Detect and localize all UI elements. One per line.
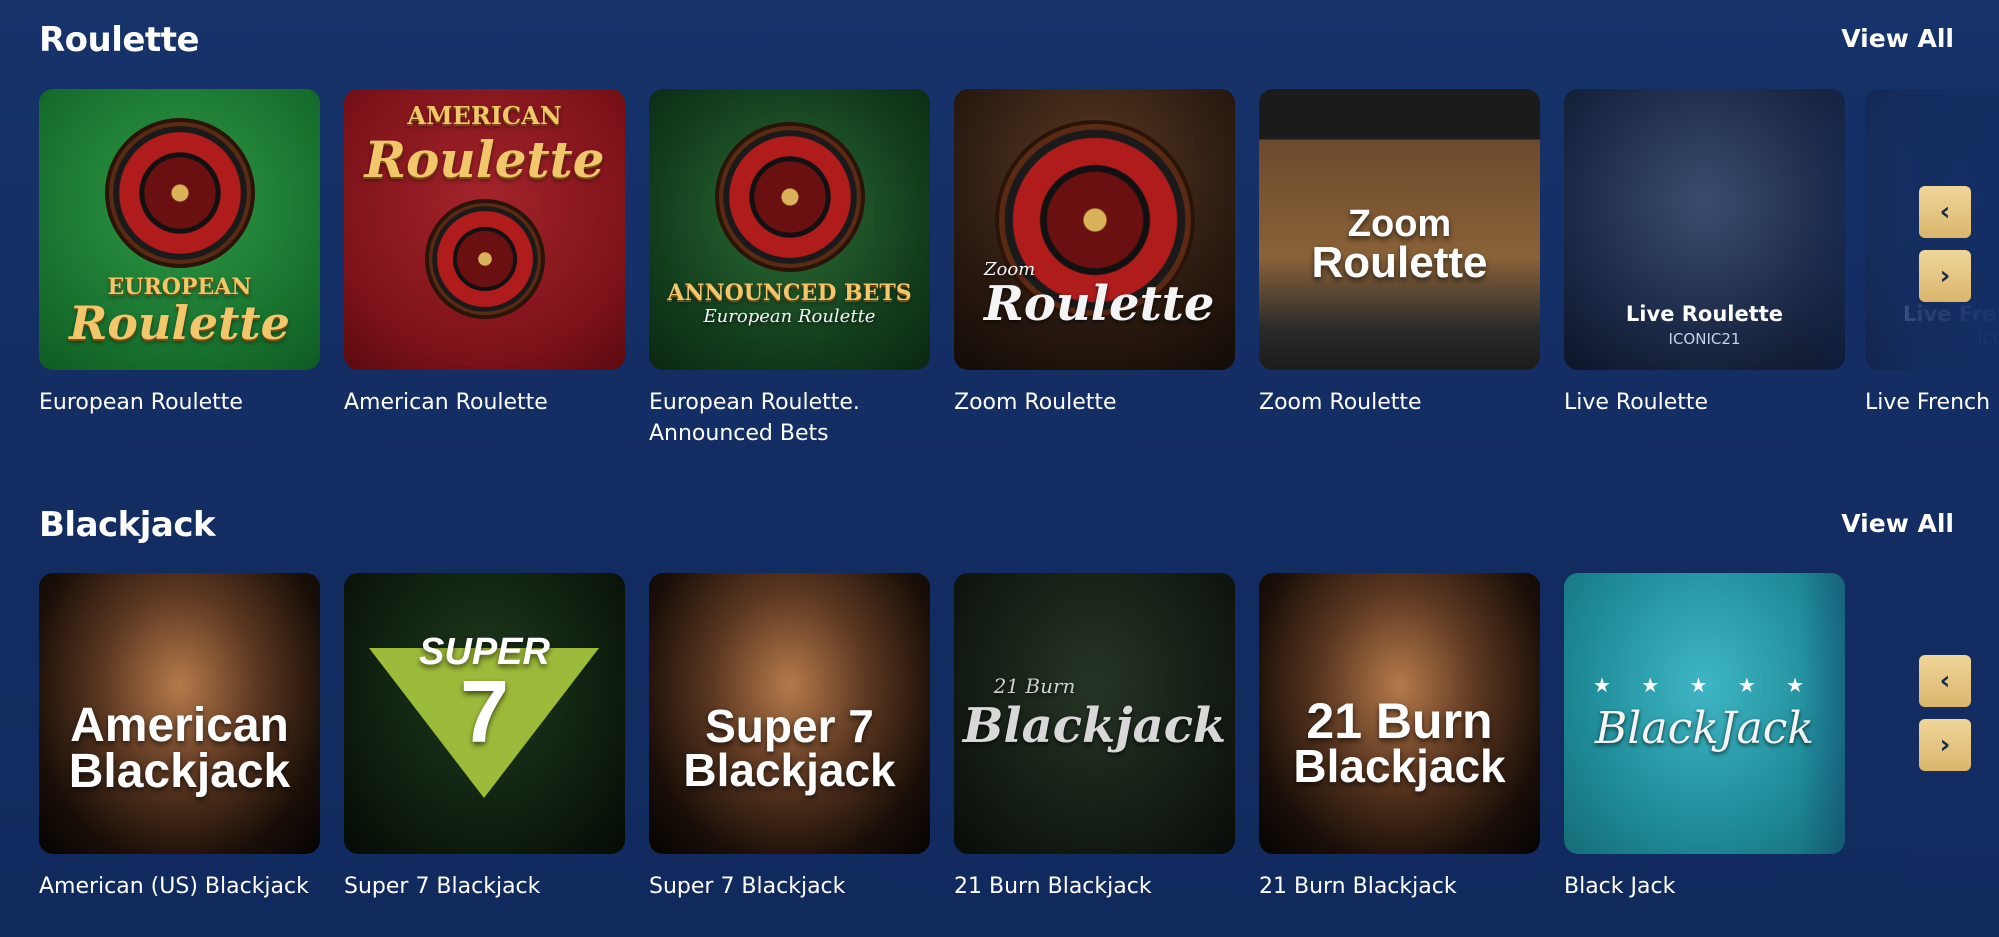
thumbnail-art-text: American xyxy=(70,698,289,752)
game-thumbnail[interactable]: Live Roulette ICONIC21 xyxy=(1564,89,1845,370)
game-thumbnail[interactable]: Zoom Roulette xyxy=(954,89,1235,370)
thumbnail-art-text: Live Fren xyxy=(1903,302,1999,326)
thumbnail-art-text: Live Roulette xyxy=(1625,302,1784,326)
thumbnail-art-text: Zoom xyxy=(1347,202,1452,245)
game-card-american-roulette[interactable]: AMERICAN Roulette American Roulette xyxy=(344,89,625,418)
game-title[interactable]: American Roulette xyxy=(344,387,614,418)
thumbnail-art-text: Roulette xyxy=(69,295,290,350)
game-card-super-7-blackjack-1[interactable]: SUPER 7 Super 7 Blackjack xyxy=(344,573,625,902)
thumbnail-art-text: Super 7 xyxy=(705,699,874,752)
game-card-live-roulette[interactable]: Live Roulette ICONIC21 Live Roulette xyxy=(1564,89,1845,418)
game-card-21-burn-blackjack-1[interactable]: 21 Burn Blackjack 21 Burn Blackjack xyxy=(954,573,1235,902)
thumbnail-art-text: ICO xyxy=(1978,330,1999,348)
thumbnail-art-text: ANNOUNCED BETS xyxy=(667,280,912,306)
blackjack-section: Blackjack View All American Blackjack Am… xyxy=(0,485,1999,937)
thumbnail-art: Live Roulette ICONIC21 xyxy=(1564,302,1845,348)
thumbnail-art-text: 21 Burn xyxy=(993,673,1076,698)
thumbnail-art-text: Blackjack xyxy=(962,697,1227,754)
carousel-next-button[interactable]: › xyxy=(1919,719,1971,771)
thumbnail-art-text: Blackjack xyxy=(68,744,291,798)
game-card-21-burn-blackjack-2[interactable]: 21 Burn Blackjack 21 Burn Blackjack xyxy=(1259,573,1540,902)
game-title[interactable]: Super 7 Blackjack xyxy=(344,871,614,902)
game-title[interactable]: 21 Burn Blackjack xyxy=(954,871,1224,902)
section-title-blackjack: Blackjack xyxy=(39,505,216,545)
roulette-wheel-art xyxy=(104,117,255,268)
thumbnail-art-text: European Roulette xyxy=(703,306,876,327)
game-title[interactable]: European Roulette xyxy=(39,387,309,418)
roulette-wheel-art xyxy=(424,198,545,319)
thumbnail-art-text: AMERICAN xyxy=(407,100,562,130)
roulette-section: Roulette View All EUROPEAN Roulette Euro… xyxy=(0,0,1999,470)
game-title[interactable]: Zoom Roulette xyxy=(954,387,1224,418)
game-thumbnail[interactable]: American Blackjack xyxy=(39,573,320,854)
game-title[interactable]: 21 Burn Blackjack xyxy=(1259,871,1529,902)
game-title[interactable]: Live Roulette xyxy=(1564,387,1834,418)
game-title[interactable]: Super 7 Blackjack xyxy=(649,871,919,902)
game-card-zoom-roulette-1[interactable]: Zoom Roulette Zoom Roulette xyxy=(954,89,1235,418)
carousel-prev-button[interactable]: ‹ xyxy=(1919,186,1971,238)
blackjack-game-row: American Blackjack American (US) Blackja… xyxy=(39,573,1999,933)
carousel-controls-blackjack: ‹ › xyxy=(1919,655,1971,771)
game-title[interactable]: Live French R xyxy=(1865,387,1999,418)
game-card-american-blackjack[interactable]: American Blackjack American (US) Blackja… xyxy=(39,573,320,902)
game-thumbnail[interactable]: Super 7 Blackjack xyxy=(649,573,930,854)
thumbnail-art-text: Roulette xyxy=(1311,237,1488,287)
game-card-european-roulette[interactable]: EUROPEAN Roulette European Roulette xyxy=(39,89,320,418)
thumbnail-art-text: ICONIC21 xyxy=(1668,330,1741,348)
view-all-blackjack-link[interactable]: View All xyxy=(1841,509,1954,538)
game-card-announced-bets[interactable]: ANNOUNCED BETS European Roulette Europea… xyxy=(649,89,930,449)
game-thumbnail[interactable]: ANNOUNCED BETS European Roulette xyxy=(649,89,930,370)
game-thumbnail[interactable]: Zoom Roulette xyxy=(1259,89,1540,370)
game-title[interactable]: Black Jack xyxy=(1564,871,1834,902)
star-icon: ★ ★ ★ ★ ★ xyxy=(1592,673,1817,697)
thumbnail-art-text: Roulette xyxy=(364,129,605,189)
view-all-roulette-link[interactable]: View All xyxy=(1841,24,1954,53)
chevron-left-icon: ‹ xyxy=(1939,197,1951,227)
game-thumbnail[interactable]: SUPER 7 xyxy=(344,573,625,854)
thumbnail-art: Zoom Roulette xyxy=(984,259,1214,328)
carousel-prev-button[interactable]: ‹ xyxy=(1919,655,1971,707)
game-thumbnail[interactable]: ★ ★ ★ ★ ★ BlackJack xyxy=(1564,573,1845,854)
carousel-next-button[interactable]: › xyxy=(1919,250,1971,302)
roulette-game-row: EUROPEAN Roulette European Roulette AMER… xyxy=(39,89,1999,449)
chevron-right-icon: › xyxy=(1939,730,1951,760)
roulette-wheel-art xyxy=(714,122,865,272)
game-thumbnail[interactable]: EUROPEAN Roulette xyxy=(39,89,320,370)
chevron-right-icon: › xyxy=(1939,261,1951,291)
thumbnail-art-text: Blackjack xyxy=(1293,740,1506,793)
game-thumbnail[interactable]: 21 Burn Blackjack xyxy=(1259,573,1540,854)
game-thumbnail[interactable]: AMERICAN Roulette xyxy=(344,89,625,370)
game-card-super-7-blackjack-2[interactable]: Super 7 Blackjack Super 7 Blackjack xyxy=(649,573,930,902)
section-title-roulette: Roulette xyxy=(39,20,200,60)
thumbnail-art-text: Blackjack xyxy=(683,743,896,796)
thumbnail-art-text: Roulette xyxy=(984,276,1215,332)
game-title[interactable]: European Roulette. Announced Bets xyxy=(649,387,919,449)
thumbnail-art: Live Fren ICO xyxy=(1903,302,1999,348)
game-card-zoom-roulette-2[interactable]: Zoom Roulette Zoom Roulette xyxy=(1259,89,1540,418)
thumbnail-art-text: 7 xyxy=(460,661,509,761)
game-thumbnail[interactable]: 21 Burn Blackjack xyxy=(954,573,1235,854)
game-title[interactable]: American (US) Blackjack xyxy=(39,871,309,902)
carousel-controls-roulette: ‹ › xyxy=(1919,186,1971,302)
thumbnail-art-text: BlackJack xyxy=(1594,703,1815,754)
thumbnail-art-text: 21 Burn xyxy=(1306,692,1493,749)
chevron-left-icon: ‹ xyxy=(1939,666,1951,696)
game-title[interactable]: Zoom Roulette xyxy=(1259,387,1529,418)
game-card-black-jack[interactable]: ★ ★ ★ ★ ★ BlackJack Black Jack xyxy=(1564,573,1845,902)
